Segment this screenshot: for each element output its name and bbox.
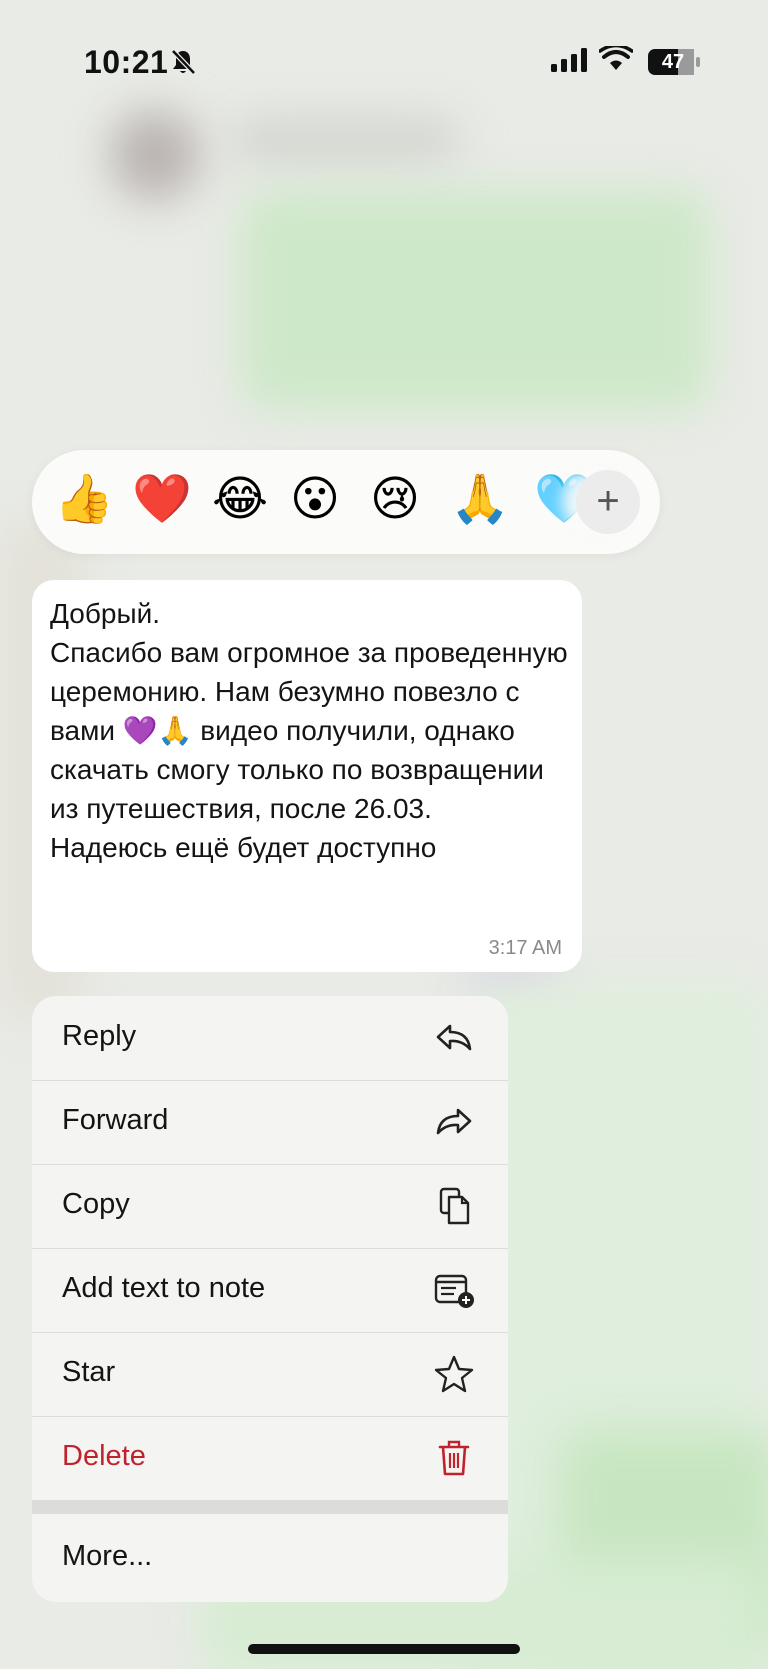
battery-level: 47 bbox=[661, 51, 685, 73]
home-indicator[interactable] bbox=[248, 1644, 520, 1654]
add-note-icon bbox=[434, 1274, 474, 1308]
menu-item-label: Delete bbox=[62, 1440, 146, 1472]
menu-item-label: More... bbox=[62, 1540, 153, 1572]
reaction-sad[interactable]: 😢 bbox=[370, 472, 420, 528]
menu-item-copy[interactable]: Copy bbox=[32, 1164, 508, 1249]
menu-item-label: Star bbox=[62, 1356, 116, 1388]
menu-item-more[interactable]: More... bbox=[32, 1514, 508, 1602]
blurred-avatar bbox=[110, 110, 200, 200]
menu-item-label: Reply bbox=[62, 1020, 137, 1052]
menu-item-label: Copy bbox=[62, 1188, 130, 1220]
reaction-heart[interactable]: ❤️ bbox=[132, 472, 192, 528]
trash-icon bbox=[438, 1440, 470, 1476]
menu-item-delete[interactable]: Delete bbox=[32, 1416, 508, 1500]
copy-icon bbox=[439, 1187, 470, 1225]
menu-separator bbox=[32, 1500, 508, 1514]
menu-item-add-text-to-note[interactable]: Add text to note bbox=[32, 1248, 508, 1333]
star-icon bbox=[434, 1355, 474, 1393]
context-menu: Reply Forward Copy Add text to note Star… bbox=[32, 996, 508, 1602]
reaction-surprised[interactable]: 😮 bbox=[290, 472, 340, 528]
menu-item-label: Forward bbox=[62, 1104, 169, 1136]
menu-item-reply[interactable]: Reply bbox=[32, 996, 508, 1081]
message-timestamp: 3:17 AM bbox=[488, 937, 562, 959]
signal-icon bbox=[551, 48, 587, 72]
blurred-header bbox=[230, 120, 460, 160]
menu-item-label: Add text to note bbox=[62, 1272, 266, 1304]
forward-icon bbox=[436, 1108, 472, 1135]
message-bubble: Добрый. Спасибо вам огромное за проведен… bbox=[32, 580, 582, 972]
add-reaction-button[interactable]: + bbox=[576, 470, 640, 534]
reaction-thumbs-up[interactable]: 👍 bbox=[54, 472, 114, 528]
reaction-pray[interactable]: 🙏 bbox=[450, 472, 510, 528]
bell-off-icon bbox=[171, 49, 196, 75]
reply-icon bbox=[436, 1024, 472, 1051]
reaction-bar: 👍 ❤️ 😂 😮 😢 🙏 🩵 bbox=[32, 450, 660, 554]
reaction-laugh[interactable]: 😂 bbox=[212, 472, 268, 528]
menu-item-forward[interactable]: Forward bbox=[32, 1080, 508, 1165]
message-text: Добрый. Спасибо вам огромное за проведен… bbox=[50, 598, 568, 863]
menu-item-star[interactable]: Star bbox=[32, 1332, 508, 1417]
blurred-message bbox=[240, 190, 710, 410]
status-bar: 10:21 47 bbox=[0, 0, 768, 120]
wifi-icon bbox=[599, 46, 633, 70]
status-time: 10:21 bbox=[84, 44, 169, 80]
